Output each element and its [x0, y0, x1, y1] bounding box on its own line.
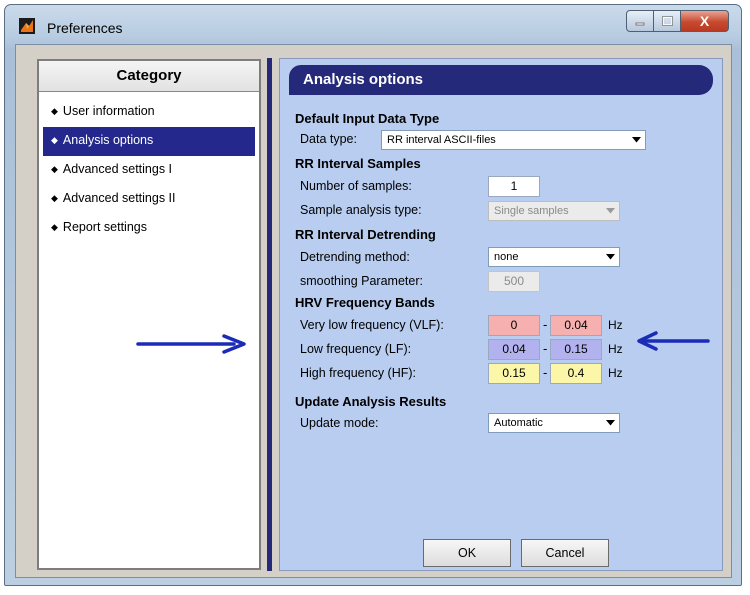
update-mode-value: Automatic — [494, 417, 543, 429]
hf-dash: - — [543, 365, 548, 380]
detrending-method-dropdown[interactable]: none — [488, 247, 620, 267]
title-bar[interactable]: Preferences X — [5, 5, 741, 45]
update-mode-label: Update mode: — [300, 416, 379, 430]
panel-title: Analysis options — [289, 65, 713, 95]
preferences-window: Preferences X Category ◆ User information… — [4, 4, 742, 586]
detrending-method-value: none — [494, 251, 519, 263]
window-title: Preferences — [47, 20, 123, 36]
left-arrow-icon — [637, 331, 710, 351]
cancel-button[interactable]: Cancel — [521, 539, 609, 567]
lf-to-field[interactable]: 0.15 — [550, 339, 602, 360]
section-hrv-bands: HRV Frequency Bands — [295, 295, 435, 310]
category-item-label: Advanced settings II — [62, 191, 176, 205]
category-item-label: Report settings — [62, 220, 147, 234]
update-mode-dropdown[interactable]: Automatic — [488, 413, 620, 433]
data-type-dropdown[interactable]: RR interval ASCII-files — [381, 130, 646, 150]
window-controls: X — [626, 10, 729, 32]
smoothing-parameter-label: smoothing Parameter: — [300, 274, 423, 288]
ok-button[interactable]: OK — [423, 539, 511, 567]
lf-dash: - — [543, 341, 548, 356]
number-of-samples-field[interactable]: 1 — [488, 176, 540, 197]
minimize-icon — [635, 22, 645, 26]
matlab-logo-icon — [19, 18, 35, 34]
category-item-label: Advanced settings I — [62, 162, 173, 176]
category-item-advanced-settings-i[interactable]: ◆ Advanced settings I — [43, 156, 255, 185]
hf-label: High frequency (HF): — [300, 366, 417, 380]
category-item-report-settings[interactable]: ◆ Report settings — [43, 214, 255, 243]
chevron-down-icon — [602, 415, 618, 431]
section-update-results: Update Analysis Results — [295, 394, 447, 409]
vlf-from-field[interactable]: 0 — [488, 315, 540, 336]
category-item-label: User information — [62, 104, 155, 118]
panel-divider — [267, 58, 272, 571]
chevron-down-icon — [602, 249, 618, 265]
lf-label: Low frequency (LF): — [300, 342, 412, 356]
bullet-icon: ◆ — [51, 164, 58, 174]
close-icon: X — [699, 13, 710, 29]
bullet-icon: ◆ — [51, 135, 58, 145]
analysis-options-panel: Analysis options Default Input Data Type… — [279, 58, 723, 571]
client-area: Category ◆ User information ◆ Analysis opt… — [15, 44, 732, 578]
bullet-icon: ◆ — [51, 222, 58, 232]
data-type-value: RR interval ASCII-files — [387, 134, 496, 146]
category-header: Category — [39, 61, 259, 92]
chevron-down-icon — [628, 132, 644, 148]
lf-from-field[interactable]: 0.04 — [488, 339, 540, 360]
vlf-to-field[interactable]: 0.04 — [550, 315, 602, 336]
category-item-user-information[interactable]: ◆ User information — [43, 98, 255, 127]
sample-analysis-type-dropdown[interactable]: Single samples — [488, 201, 620, 221]
category-item-label: Analysis options — [62, 133, 154, 147]
vlf-label: Very low frequency (VLF): — [300, 318, 444, 332]
number-of-samples-label: Number of samples: — [300, 179, 412, 193]
data-type-label: Data type: — [300, 132, 357, 146]
maximize-icon — [661, 16, 673, 26]
detrending-method-label: Detrending method: — [300, 250, 410, 264]
minimize-button[interactable] — [626, 10, 654, 32]
hf-to-field[interactable]: 0.4 — [550, 363, 602, 384]
sample-analysis-type-label: Sample analysis type: — [300, 203, 422, 217]
close-button[interactable]: X — [681, 10, 729, 32]
category-list: ◆ User information ◆ Analysis options ◆ Adv… — [43, 98, 255, 243]
bullet-icon: ◆ — [51, 193, 58, 203]
right-arrow-icon — [136, 334, 246, 354]
section-input-data-type: Default Input Data Type — [295, 111, 440, 126]
category-panel: Category ◆ User information ◆ Analysis opt… — [37, 59, 261, 570]
vlf-dash: - — [543, 317, 548, 332]
hf-from-field[interactable]: 0.15 — [488, 363, 540, 384]
hf-unit: Hz — [608, 366, 623, 380]
sample-analysis-type-value: Single samples — [494, 205, 569, 217]
vlf-unit: Hz — [608, 318, 623, 332]
bullet-icon: ◆ — [51, 106, 58, 116]
category-item-analysis-options[interactable]: ◆ Analysis options — [43, 127, 255, 156]
section-rr-samples: RR Interval Samples — [295, 156, 421, 171]
chevron-down-icon — [602, 203, 618, 219]
section-rr-detrending: RR Interval Detrending — [295, 227, 436, 242]
category-item-advanced-settings-ii[interactable]: ◆ Advanced settings II — [43, 185, 255, 214]
smoothing-parameter-field[interactable]: 500 — [488, 271, 540, 292]
lf-unit: Hz — [608, 342, 623, 356]
maximize-button[interactable] — [654, 10, 681, 32]
